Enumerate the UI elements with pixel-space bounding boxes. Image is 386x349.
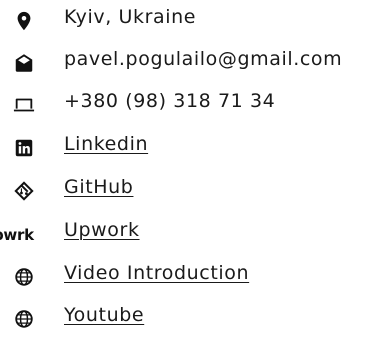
envelope-open-icon	[13, 52, 35, 74]
contact-phone-row: +380 (98) 318 71 34	[0, 84, 386, 124]
contact-linkedin-row: Linkedin	[0, 127, 386, 167]
location-text: Kyiv, Ukraine	[64, 6, 197, 28]
phone-text: +380 (98) 318 71 34	[64, 90, 276, 112]
email-text: pavel.pogulailo@gmail.com	[64, 48, 343, 70]
laptop-icon	[13, 94, 35, 116]
contact-video-intro-row: Video Introduction	[0, 256, 386, 296]
upwork-logo: pwrk	[0, 226, 34, 244]
contact-upwork-row: pwrk Upwork	[0, 213, 386, 253]
contact-list: Kyiv, Ukraine pavel.pogulailo@gmail.com …	[0, 0, 386, 349]
contact-email-row: pavel.pogulailo@gmail.com	[0, 42, 386, 82]
globe-icon	[13, 308, 35, 330]
globe-icon	[13, 266, 35, 288]
video-introduction-link[interactable]: Video Introduction	[64, 260, 249, 286]
github-icon	[13, 180, 35, 202]
github-link[interactable]: GitHub	[64, 174, 133, 200]
contact-github-row: GitHub	[0, 170, 386, 210]
linkedin-icon	[13, 137, 35, 159]
youtube-link[interactable]: Youtube	[64, 302, 144, 328]
contact-youtube-row: Youtube	[0, 298, 386, 338]
map-pin-icon	[13, 10, 35, 32]
contact-location-row: Kyiv, Ukraine	[0, 0, 386, 40]
upwork-link[interactable]: Upwork	[64, 217, 140, 243]
linkedin-link[interactable]: Linkedin	[64, 131, 148, 157]
